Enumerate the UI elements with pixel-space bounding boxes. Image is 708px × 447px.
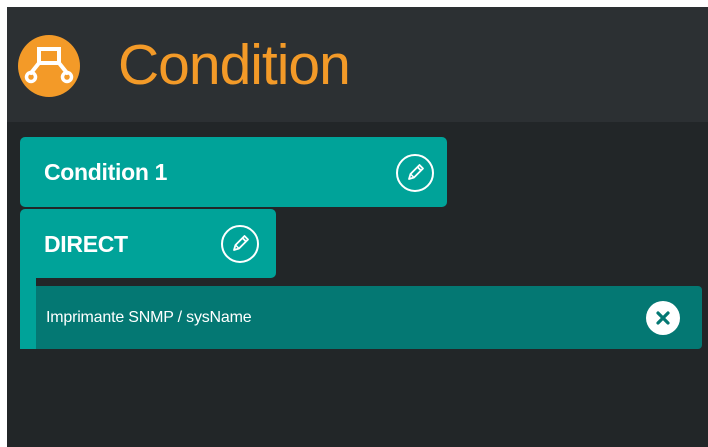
criteria-label: Imprimante SNMP / sysName [46, 309, 252, 326]
condition-block[interactable]: Condition 1 [20, 137, 447, 207]
panel-header: Condition [7, 7, 708, 122]
operator-block[interactable]: DIRECT [20, 209, 276, 278]
edit-condition-button[interactable] [396, 154, 434, 192]
criteria-row[interactable]: Imprimante SNMP / sysName [36, 286, 702, 349]
operator-label: DIRECT [44, 231, 128, 257]
close-icon [656, 311, 670, 325]
edit-operator-button[interactable] [221, 225, 259, 263]
flow-branch-icon [18, 35, 80, 97]
condition-panel: Condition Condition 1 DIRECT Imprimante … [7, 7, 708, 447]
page-title: Condition [118, 33, 351, 97]
condition-name: Condition 1 [44, 159, 168, 185]
operator-rail [20, 275, 36, 349]
pencil-icon [408, 164, 424, 180]
pencil-icon [233, 235, 249, 251]
remove-criteria-button[interactable] [646, 301, 680, 335]
